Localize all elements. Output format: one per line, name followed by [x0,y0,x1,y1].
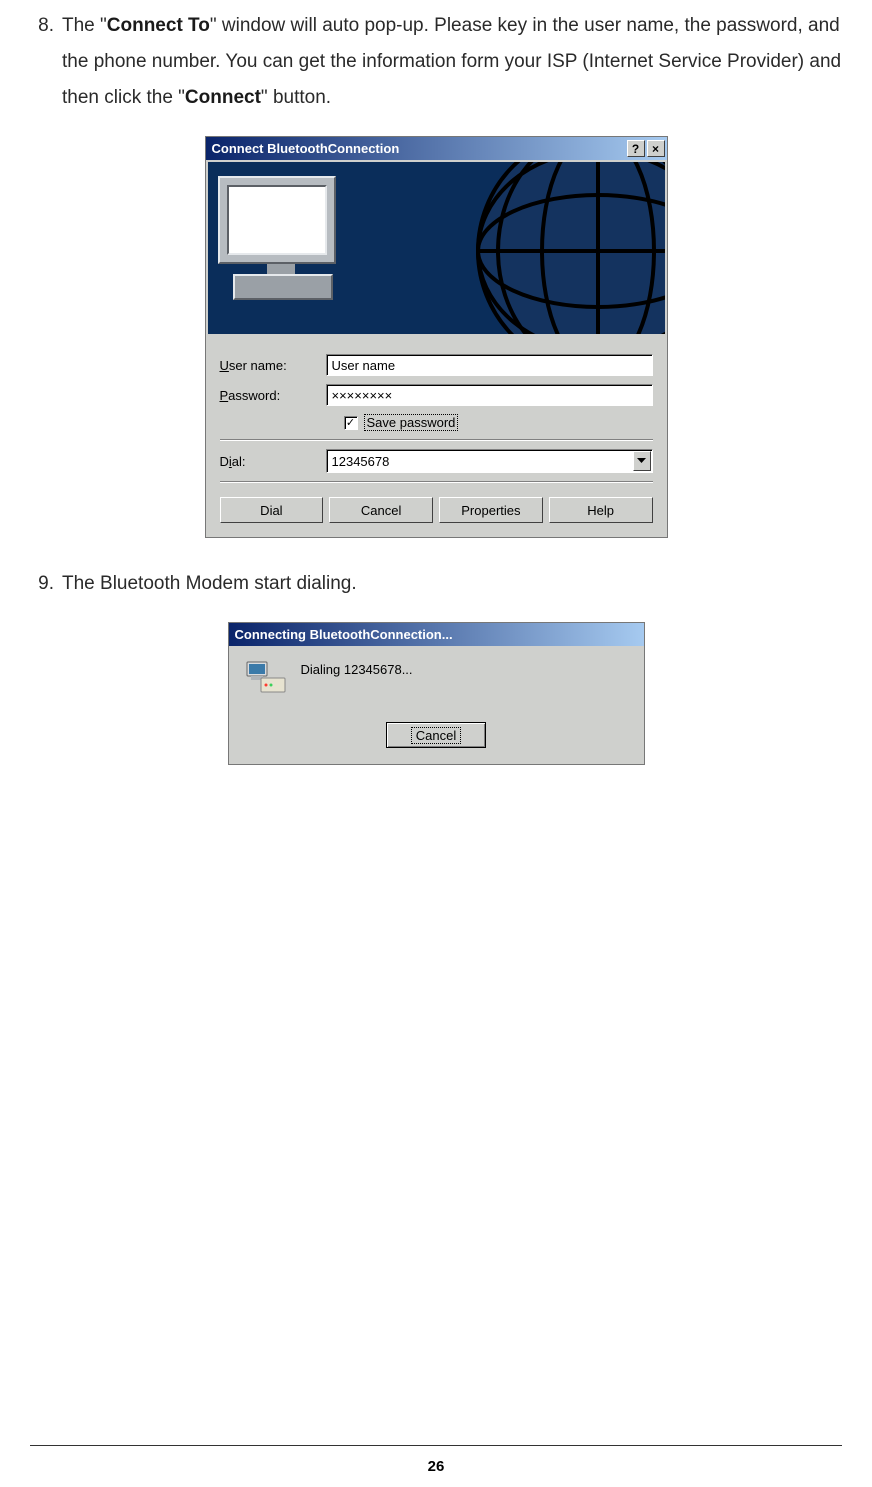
dial-value: 12345678 [327,450,632,472]
globe-icon [473,162,665,334]
step-8: 8. The "Connect To" window will auto pop… [30,8,842,116]
step-text: The "Connect To" window will auto pop-up… [62,8,842,116]
save-password-checkbox[interactable]: ✓ [344,416,358,430]
dial-button[interactable]: Dial [220,497,324,523]
step-9: 9. The Bluetooth Modem start dialing. [30,566,842,602]
dial-combobox[interactable]: 12345678 [326,449,653,473]
help-button[interactable]: Help [549,497,653,523]
step-number: 9. [30,566,62,602]
titlebar: Connecting BluetoothConnection... [229,623,644,646]
connecting-dialog: Connecting BluetoothConnection... Dialin… [228,622,645,765]
titlebar: Connect BluetoothConnection ? × [206,137,667,160]
banner-image [208,162,665,334]
properties-button[interactable]: Properties [439,497,543,523]
window-title: Connect BluetoothConnection [212,141,625,156]
password-input[interactable]: ×××××××× [326,384,653,406]
username-input[interactable]: User name [326,354,653,376]
cancel-button[interactable]: Cancel [386,722,486,748]
modem-icon [243,660,287,700]
password-label: Password: [220,388,326,403]
close-icon[interactable]: × [647,140,665,157]
status-text: Dialing 12345678... [301,660,413,677]
page-number: 26 [30,1445,842,1487]
save-password-label: Save password [364,414,459,431]
monitor-icon [218,176,336,276]
connect-dialog: Connect BluetoothConnection ? × [205,136,668,538]
help-icon[interactable]: ? [627,140,645,157]
step-number: 8. [30,8,62,116]
window-title: Connecting BluetoothConnection... [235,627,642,642]
username-label: User name: [220,358,326,373]
chevron-down-icon[interactable] [633,451,651,471]
separator [220,481,653,483]
cancel-button[interactable]: Cancel [329,497,433,523]
dial-label: Dial: [220,454,326,469]
step-text: The Bluetooth Modem start dialing. [62,566,842,602]
separator [220,439,653,441]
